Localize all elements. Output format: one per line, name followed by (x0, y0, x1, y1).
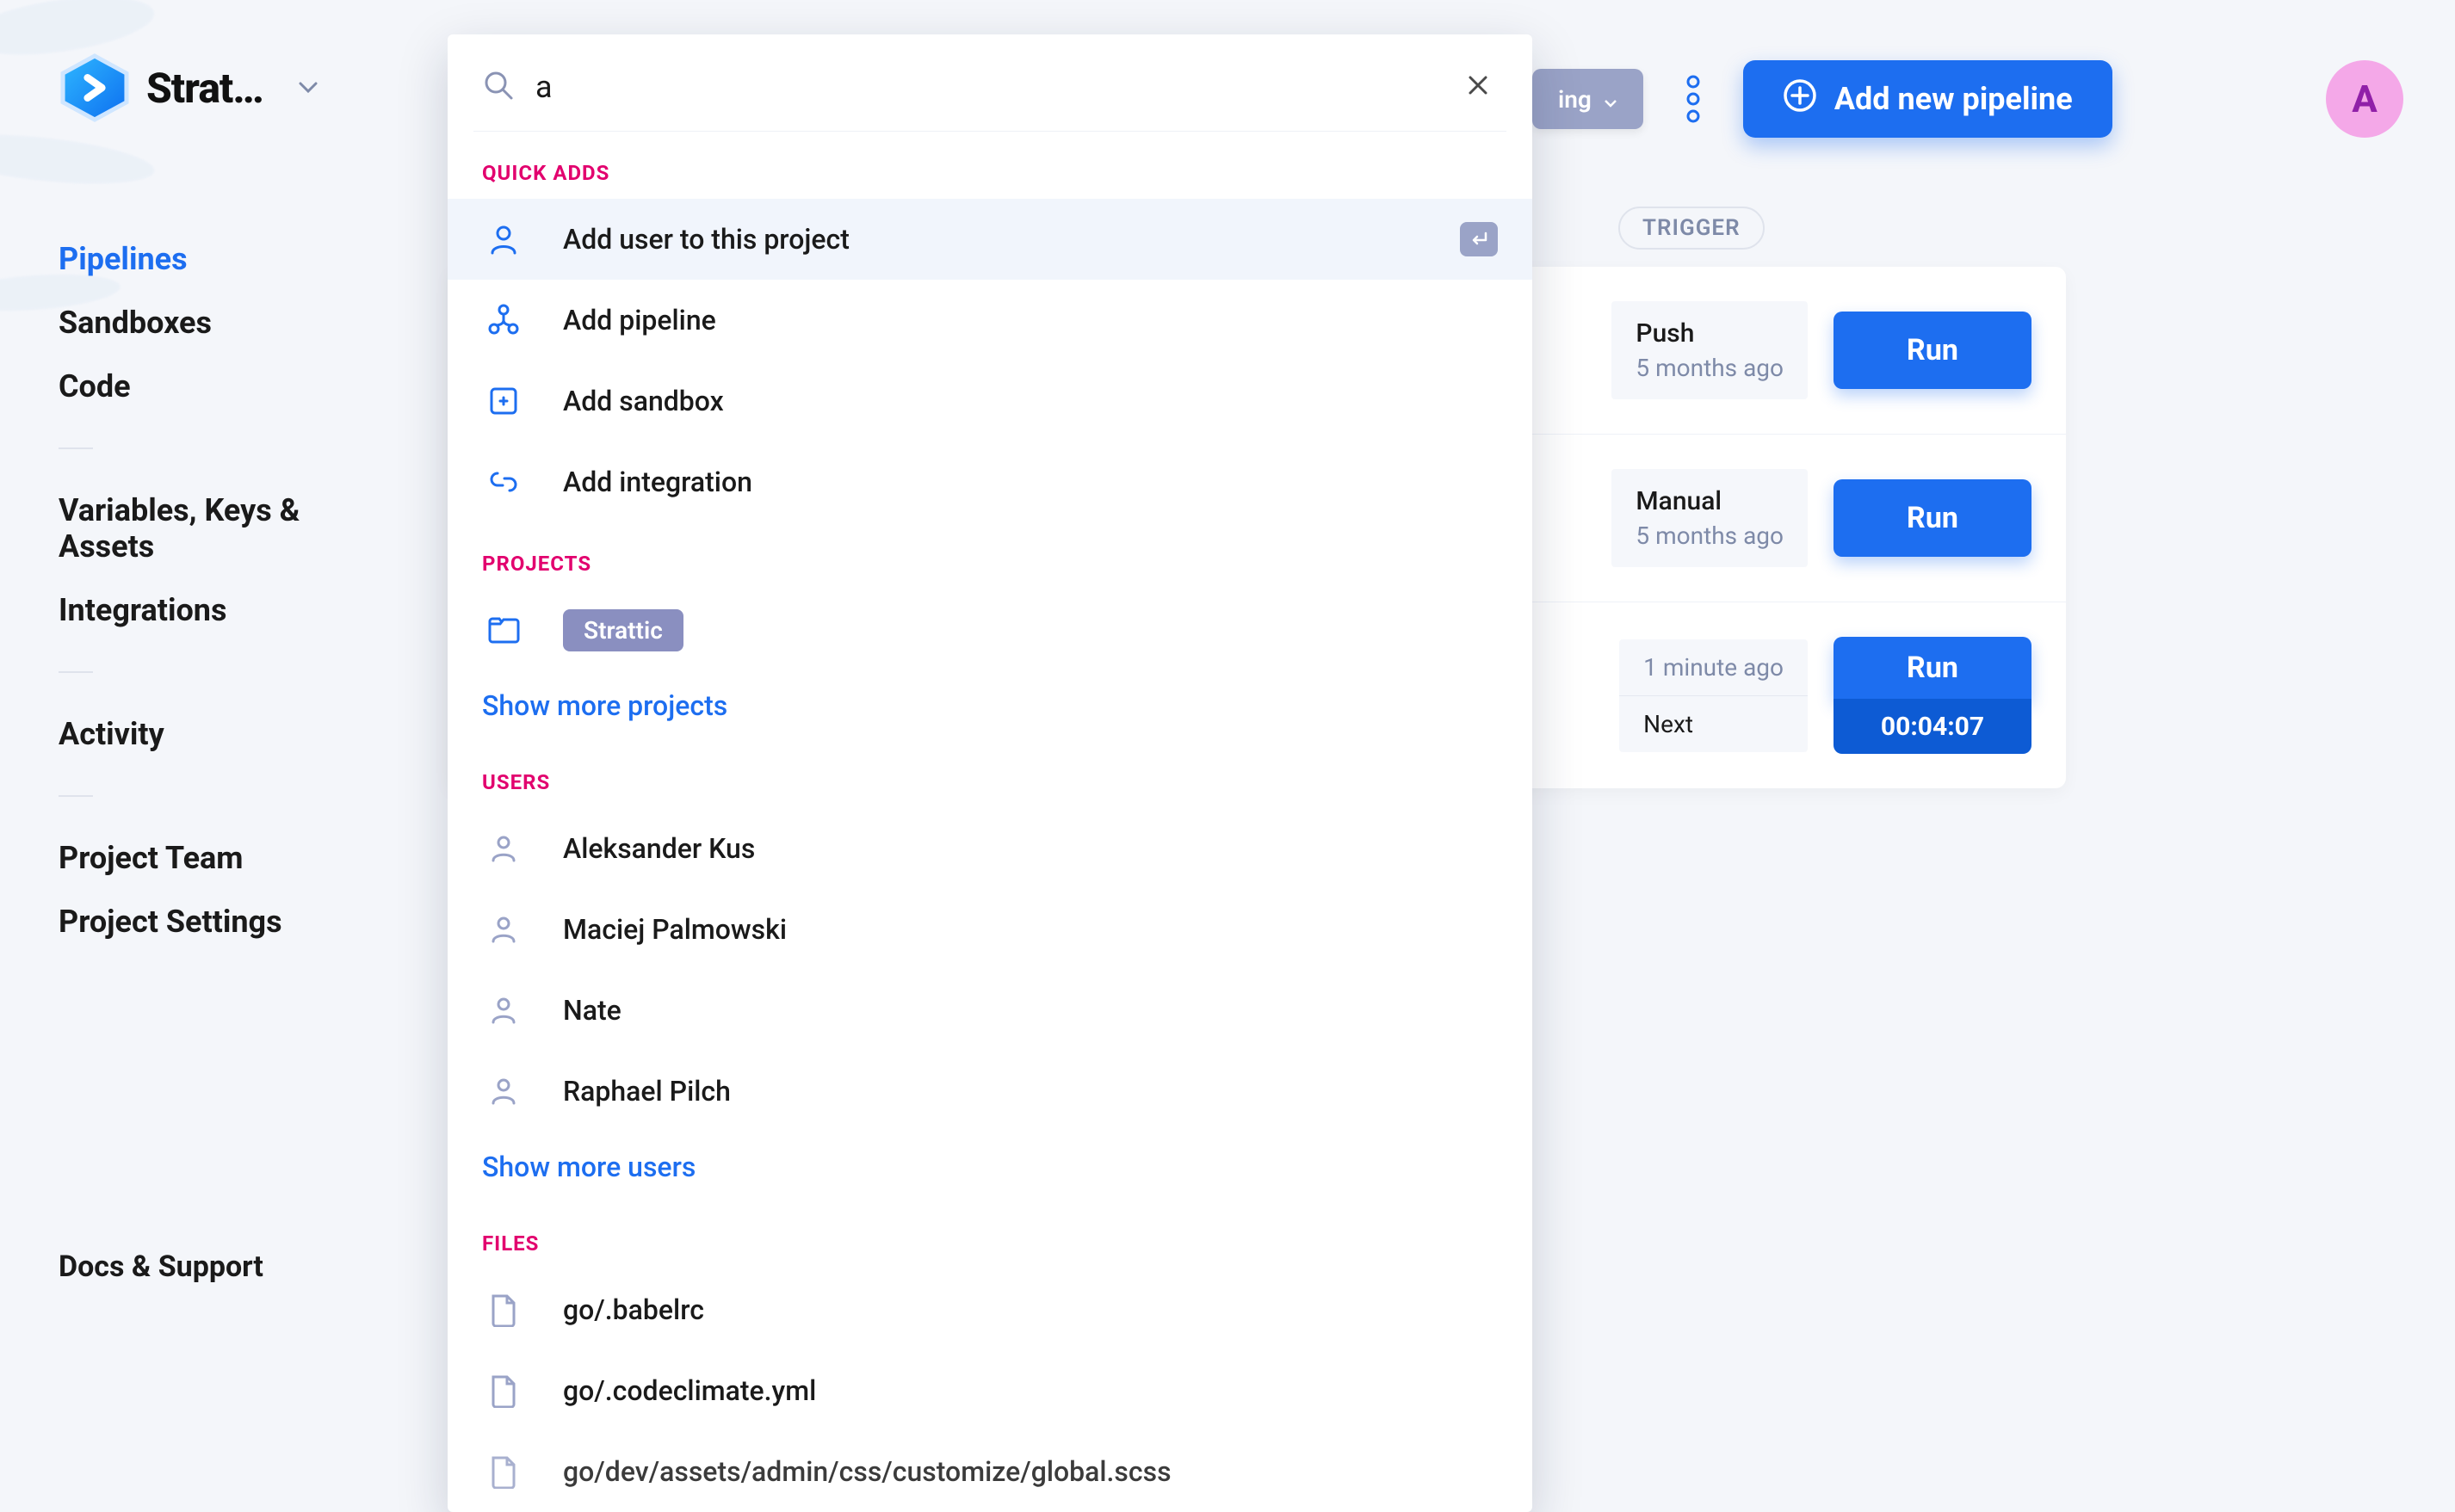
nav-integrations[interactable]: Integrations (59, 578, 370, 642)
section-projects: PROJECTS (448, 522, 1532, 589)
run-label: Run (1907, 651, 1958, 685)
item-label: Nate (563, 994, 621, 1027)
item-label: Maciej Palmowski (563, 913, 787, 946)
search-icon (482, 69, 515, 105)
divider (59, 795, 93, 797)
trigger-info: 1 minute ago Next (1619, 639, 1808, 752)
item-label: go/.codeclimate.yml (563, 1374, 816, 1407)
trigger-type: Manual (1636, 486, 1784, 516)
clear-search-button[interactable] (1458, 65, 1498, 108)
integration-icon (482, 460, 525, 503)
run-button[interactable]: Run (1834, 637, 2031, 699)
filter-pill-label: ing (1558, 85, 1592, 114)
divider (59, 671, 93, 673)
nav-variables[interactable]: Variables, Keys & Assets (59, 478, 370, 578)
search-input[interactable] (535, 69, 1438, 105)
sidebar: Strat… Pipelines Sandboxes Code Variable… (0, 0, 405, 1349)
add-pipeline-button[interactable]: Add new pipeline (1743, 60, 2112, 138)
file-item[interactable]: go/dev/assets/admin/css/customize/global… (448, 1431, 1532, 1512)
user-icon (482, 827, 525, 870)
item-label: Add user to this project (563, 223, 850, 256)
run-countdown: 00:04:07 (1834, 699, 2031, 754)
project-item[interactable]: Strattic (448, 589, 1532, 670)
enter-key-icon (1460, 222, 1498, 256)
user-item[interactable]: Maciej Palmowski (448, 889, 1532, 970)
item-label: Raphael Pilch (563, 1075, 731, 1108)
nav-activity[interactable]: Activity (59, 702, 370, 766)
item-label: Add pipeline (563, 304, 716, 336)
file-icon (482, 1288, 525, 1331)
file-item[interactable]: go/.codeclimate.yml (448, 1350, 1532, 1431)
show-more-projects[interactable]: Show more projects (448, 670, 1532, 741)
plus-circle-icon (1783, 78, 1817, 120)
user-icon (482, 908, 525, 951)
item-label: Add integration (563, 466, 752, 498)
trigger-next: Next (1619, 695, 1808, 752)
chevron-down-icon (296, 76, 320, 100)
nav-project-team[interactable]: Project Team (59, 826, 370, 890)
run-label: Run (1907, 333, 1958, 367)
user-icon (482, 218, 525, 261)
chevron-down-icon (1604, 85, 1617, 114)
add-pipeline-label: Add new pipeline (1834, 81, 2073, 117)
run-label: Run (1907, 501, 1958, 535)
run-button[interactable]: Run (1834, 479, 2031, 557)
section-quick-adds: QUICK ADDS (448, 132, 1532, 199)
nav-code[interactable]: Code (59, 355, 370, 418)
app-logo (59, 52, 131, 124)
project-name: Strat… (146, 64, 263, 113)
user-item[interactable]: Aleksander Kus (448, 808, 1532, 889)
divider (59, 447, 93, 449)
filter-pill[interactable]: ing (1532, 69, 1643, 129)
quick-add-pipeline[interactable]: Add pipeline (448, 280, 1532, 361)
project-badge: Strattic (563, 609, 683, 651)
nav-docs-support[interactable]: Docs & Support (59, 1236, 263, 1298)
quick-add-user[interactable]: Add user to this project (448, 199, 1532, 280)
item-label: go/dev/assets/admin/css/customize/global… (563, 1455, 1172, 1488)
file-icon (482, 1369, 525, 1412)
item-label: Aleksander Kus (563, 832, 755, 865)
more-menu-button[interactable] (1669, 69, 1717, 129)
file-icon (482, 1450, 525, 1493)
section-files: FILES (448, 1202, 1532, 1269)
run-button[interactable]: Run (1834, 312, 2031, 389)
folder-icon (482, 608, 525, 651)
user-icon (482, 1070, 525, 1113)
command-palette: QUICK ADDS Add user to this project Add … (448, 34, 1532, 1512)
user-item[interactable]: Raphael Pilch (448, 1051, 1532, 1132)
trigger-info: Manual 5 months ago (1611, 469, 1808, 567)
sandbox-icon (482, 380, 525, 423)
trigger-type: Push (1636, 318, 1784, 349)
trigger-age: 1 minute ago (1619, 639, 1808, 695)
trigger-info: Push 5 months ago (1611, 301, 1808, 399)
pipeline-icon (482, 299, 525, 342)
trigger-age: 5 months ago (1636, 521, 1784, 550)
nav-sandboxes[interactable]: Sandboxes (59, 291, 370, 355)
trigger-age: 5 months ago (1636, 354, 1784, 382)
nav-pipelines[interactable]: Pipelines (59, 227, 370, 291)
quick-add-integration[interactable]: Add integration (448, 441, 1532, 522)
show-more-users[interactable]: Show more users (448, 1132, 1532, 1202)
section-users: USERS (448, 741, 1532, 808)
user-item[interactable]: Nate (448, 970, 1532, 1051)
quick-add-sandbox[interactable]: Add sandbox (448, 361, 1532, 441)
user-avatar[interactable]: A (2326, 60, 2403, 138)
user-icon (482, 989, 525, 1032)
item-label: go/.babelrc (563, 1293, 704, 1326)
avatar-initial: A (2352, 77, 2378, 121)
column-header-trigger: TRIGGER (1618, 207, 1765, 250)
nav-project-settings[interactable]: Project Settings (59, 890, 370, 953)
item-label: Add sandbox (563, 385, 724, 417)
file-item[interactable]: go/.babelrc (448, 1269, 1532, 1350)
project-switcher[interactable]: Strat… (59, 52, 370, 124)
